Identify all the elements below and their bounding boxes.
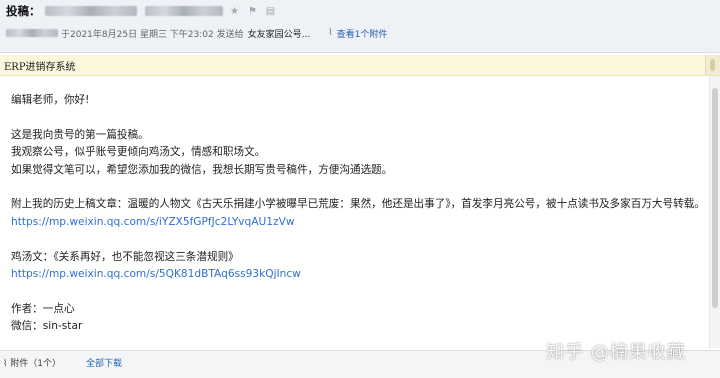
flag-icon[interactable]: ⚑ <box>247 5 259 17</box>
attachment-count: ⌇ 附件（1个） <box>3 359 61 369</box>
email-body: 编辑老师，你好! 这是我向贵号的第一篇投稿。 我观察公号，似乎账号更倾向鸡汤文，… <box>11 92 711 335</box>
attachment-label: 附件（1个） <box>10 359 61 369</box>
recipient-name[interactable]: 女友家园公号... <box>248 27 311 40</box>
download-all-link[interactable]: 全部下载 <box>86 356 122 369</box>
article-link-2[interactable]: https://mp.weixin.qq.com/s/5QK81dBTAq6ss… <box>11 266 711 283</box>
banner: ERP进销存系统 <box>0 55 720 76</box>
wechat-line: 微信：sin-star <box>11 320 83 333</box>
history-line: 附上我的历史上稿文章：温暖的人物文《古天乐捐建小学被曝早已荒废：果然，他还是出事… <box>11 198 705 211</box>
view-attachment-link[interactable]: 查看1个附件 <box>337 27 388 40</box>
article-link-1[interactable]: https://mp.weixin.qq.com/s/iYZX5fGPfJc2L… <box>11 214 711 231</box>
star-icon[interactable]: ★ <box>229 5 241 17</box>
intro-line: 我观察公号，似乎账号更倾向鸡汤文，情感和职场文。 <box>11 146 266 159</box>
greeting: 编辑老师，你好! <box>11 94 90 106</box>
body-scrollbar[interactable] <box>709 76 720 348</box>
paperclip-icon: ⌇ <box>328 28 333 38</box>
intro-line: 这是我向贵号的第一篇投稿。 <box>11 128 149 141</box>
print-icon[interactable]: ▤ <box>265 5 277 17</box>
banner-scrollbar[interactable] <box>705 55 720 75</box>
subject-label: 投稿： <box>6 4 41 18</box>
intro-line: 如果觉得文笔可以，希望您添加我的微信，我想长期写贵号稿件，方便沟通选题。 <box>11 163 393 176</box>
chicken-soup-line: 鸡汤文：《关系再好，也不能忽视这三条潜规则》 <box>11 250 239 263</box>
sent-date: 于2021年8月25日 星期三 下午23:02 发送给 <box>61 29 244 40</box>
email-header: 投稿： ★ ⚑ ▤ 于2021年8月25日 星期三 下午23:02 发送给 女友… <box>0 0 720 53</box>
author-line: 作者：一点心 <box>11 302 75 315</box>
scrollbar-thumb[interactable] <box>712 88 718 308</box>
redacted-sender <box>6 29 58 37</box>
redacted-subject <box>44 6 137 16</box>
watermark: 知乎 @楠果收藏 <box>546 342 686 363</box>
meta-row: 于2021年8月25日 星期三 下午23:02 发送给 女友家园公号... ⌇ … <box>6 26 387 40</box>
redacted-subject <box>144 6 223 16</box>
subject-row: 投稿： ★ ⚑ ▤ <box>6 3 277 19</box>
banner-title: ERP进销存系统 <box>4 62 76 73</box>
